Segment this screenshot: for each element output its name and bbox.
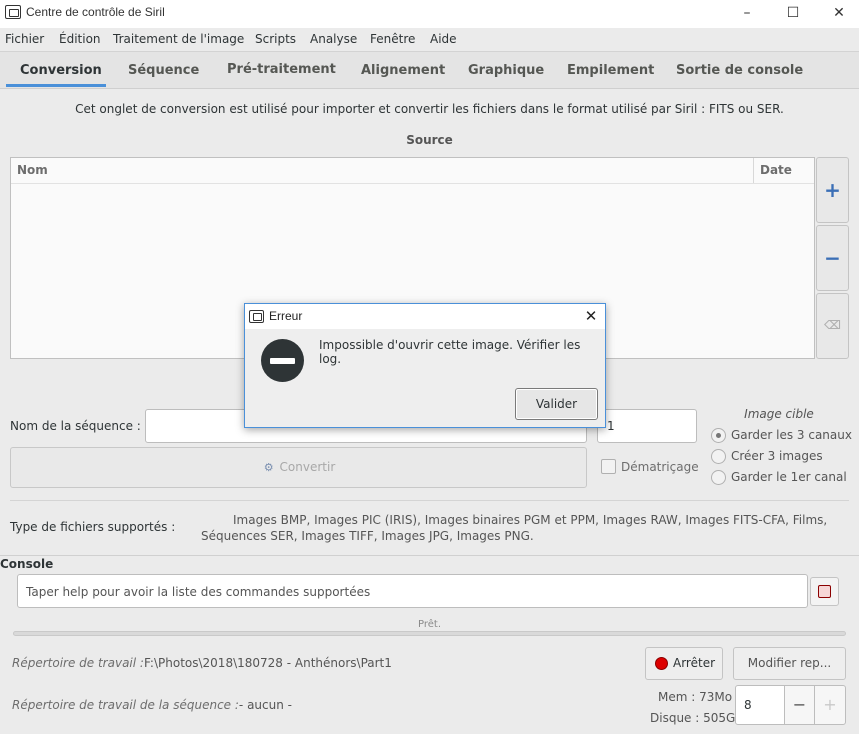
add-files-button[interactable]: + (816, 157, 849, 223)
minus-icon: − (824, 246, 841, 270)
conversion-info-text: Cet onglet de conversion est utilisé pou… (75, 102, 784, 116)
record-stop-icon (655, 657, 668, 670)
start-index-input[interactable]: 1 (597, 409, 697, 443)
menu-edition[interactable]: Édition (59, 32, 101, 46)
column-header-name[interactable]: Nom (17, 163, 48, 177)
radio-keep-first-channel[interactable] (711, 470, 726, 485)
sequence-directory: Répertoire de travail de la séquence :- … (12, 698, 292, 712)
dialog-title-bar: Erreur ✕ (245, 304, 605, 329)
dialog-app-icon (249, 310, 264, 323)
active-tab-indicator (6, 84, 106, 87)
siril-app-icon (5, 5, 21, 19)
tab-graphique[interactable]: Graphique (468, 63, 544, 78)
dialog-title: Erreur (269, 309, 303, 323)
validate-button[interactable]: Valider (515, 388, 598, 420)
change-directory-button[interactable]: Modifier rep... (733, 647, 846, 680)
convert-icon: ⚙ (263, 461, 274, 474)
error-icon (261, 339, 304, 382)
supported-types-label: Type de fichiers supportés : (10, 520, 176, 534)
header-divider (11, 183, 814, 184)
radio-label-keep-3-channels: Garder les 3 canaux (731, 428, 852, 442)
sequence-directory-value: - aucun - (238, 698, 292, 712)
tab-pretraitement[interactable]: Pré-traitement (227, 62, 336, 77)
menu-traitement[interactable]: Traitement de l'image (113, 32, 244, 46)
error-message: Impossible d'ouvrir cette image. Vérifie… (319, 338, 581, 366)
target-image-title: Image cible (744, 407, 814, 421)
debayer-label: Dématriçage (621, 460, 699, 474)
clear-files-button[interactable]: ⌫ (816, 293, 849, 359)
menu-bar: Fichier Édition Traitement de l'image Sc… (0, 28, 859, 51)
console-label: Console (0, 557, 54, 571)
menu-aide[interactable]: Aide (430, 32, 457, 46)
column-divider (753, 158, 754, 183)
tab-bar: Conversion Séquence Pré-traitement Align… (0, 51, 859, 89)
progress-bar (13, 631, 846, 636)
status-text: Prêt. (418, 619, 441, 630)
console-clear-button[interactable] (810, 577, 839, 606)
menu-fenetre[interactable]: Fenêtre (370, 32, 415, 46)
radio-keep-3-channels[interactable] (711, 428, 726, 443)
working-directory: Répertoire de travail :F:\Photos\2018\18… (12, 656, 392, 670)
convert-label: Convertir (279, 460, 336, 474)
console-divider (0, 555, 859, 556)
title-bar: Centre de contrôle de Siril – ☐ ✕ (0, 0, 859, 28)
radio-selected-dot (716, 433, 721, 438)
thread-increment-button[interactable]: + (814, 685, 846, 725)
minimize-button[interactable]: – (724, 0, 770, 28)
source-label: Source (406, 133, 453, 147)
dialog-close-button[interactable]: ✕ (579, 306, 603, 328)
console-command-input[interactable]: Taper help pour avoir la liste des comma… (17, 574, 808, 608)
radio-create-3-images[interactable] (711, 449, 726, 464)
plus-icon: + (824, 178, 841, 202)
divider (10, 500, 849, 501)
convert-button[interactable]: ⚙ Convertir (10, 447, 587, 488)
thread-count-input[interactable]: 8 (735, 685, 785, 725)
close-window-button[interactable]: ✕ (816, 0, 859, 28)
column-header-date[interactable]: Date (760, 163, 792, 177)
tab-conversion[interactable]: Conversion (20, 63, 102, 78)
working-directory-label: Répertoire de travail : (12, 656, 144, 670)
menu-analyse[interactable]: Analyse (310, 32, 357, 46)
stop-label: Arrêter (673, 656, 716, 670)
radio-label-keep-first-channel: Garder le 1er canal (731, 470, 847, 484)
sequence-directory-label: Répertoire de travail de la séquence : (12, 698, 239, 712)
working-directory-value: F:\Photos\2018\180728 - Anthénors\Part1 (143, 656, 392, 670)
disk-space: Disque : 505G (650, 711, 736, 725)
memory-usage: Mem : 73Mo (658, 690, 733, 704)
thread-decrement-button[interactable]: − (784, 685, 815, 725)
sequence-name-label: Nom de la séquence : (10, 419, 141, 433)
error-dialog: Erreur ✕ Impossible d'ouvrir cette image… (244, 303, 606, 428)
debayer-checkbox[interactable] (601, 459, 616, 474)
clear-icon: ⌫ (824, 318, 841, 332)
window-title: Centre de contrôle de Siril (26, 5, 165, 19)
remove-files-button[interactable]: − (816, 225, 849, 291)
tab-empilement[interactable]: Empilement (567, 63, 654, 78)
tab-sequence[interactable]: Séquence (128, 63, 199, 78)
stop-button[interactable]: Arrêter (645, 647, 723, 680)
tab-alignement[interactable]: Alignement (361, 63, 445, 78)
menu-scripts[interactable]: Scripts (255, 32, 296, 46)
menu-fichier[interactable]: Fichier (5, 32, 44, 46)
stop-script-icon (818, 585, 831, 598)
error-icon-bar (270, 358, 295, 364)
tab-console-output[interactable]: Sortie de console (676, 63, 803, 78)
supported-types-value: Images BMP, Images PIC (IRIS), Images bi… (201, 513, 828, 543)
radio-label-create-3-images: Créer 3 images (731, 449, 823, 463)
maximize-button[interactable]: ☐ (770, 0, 816, 28)
